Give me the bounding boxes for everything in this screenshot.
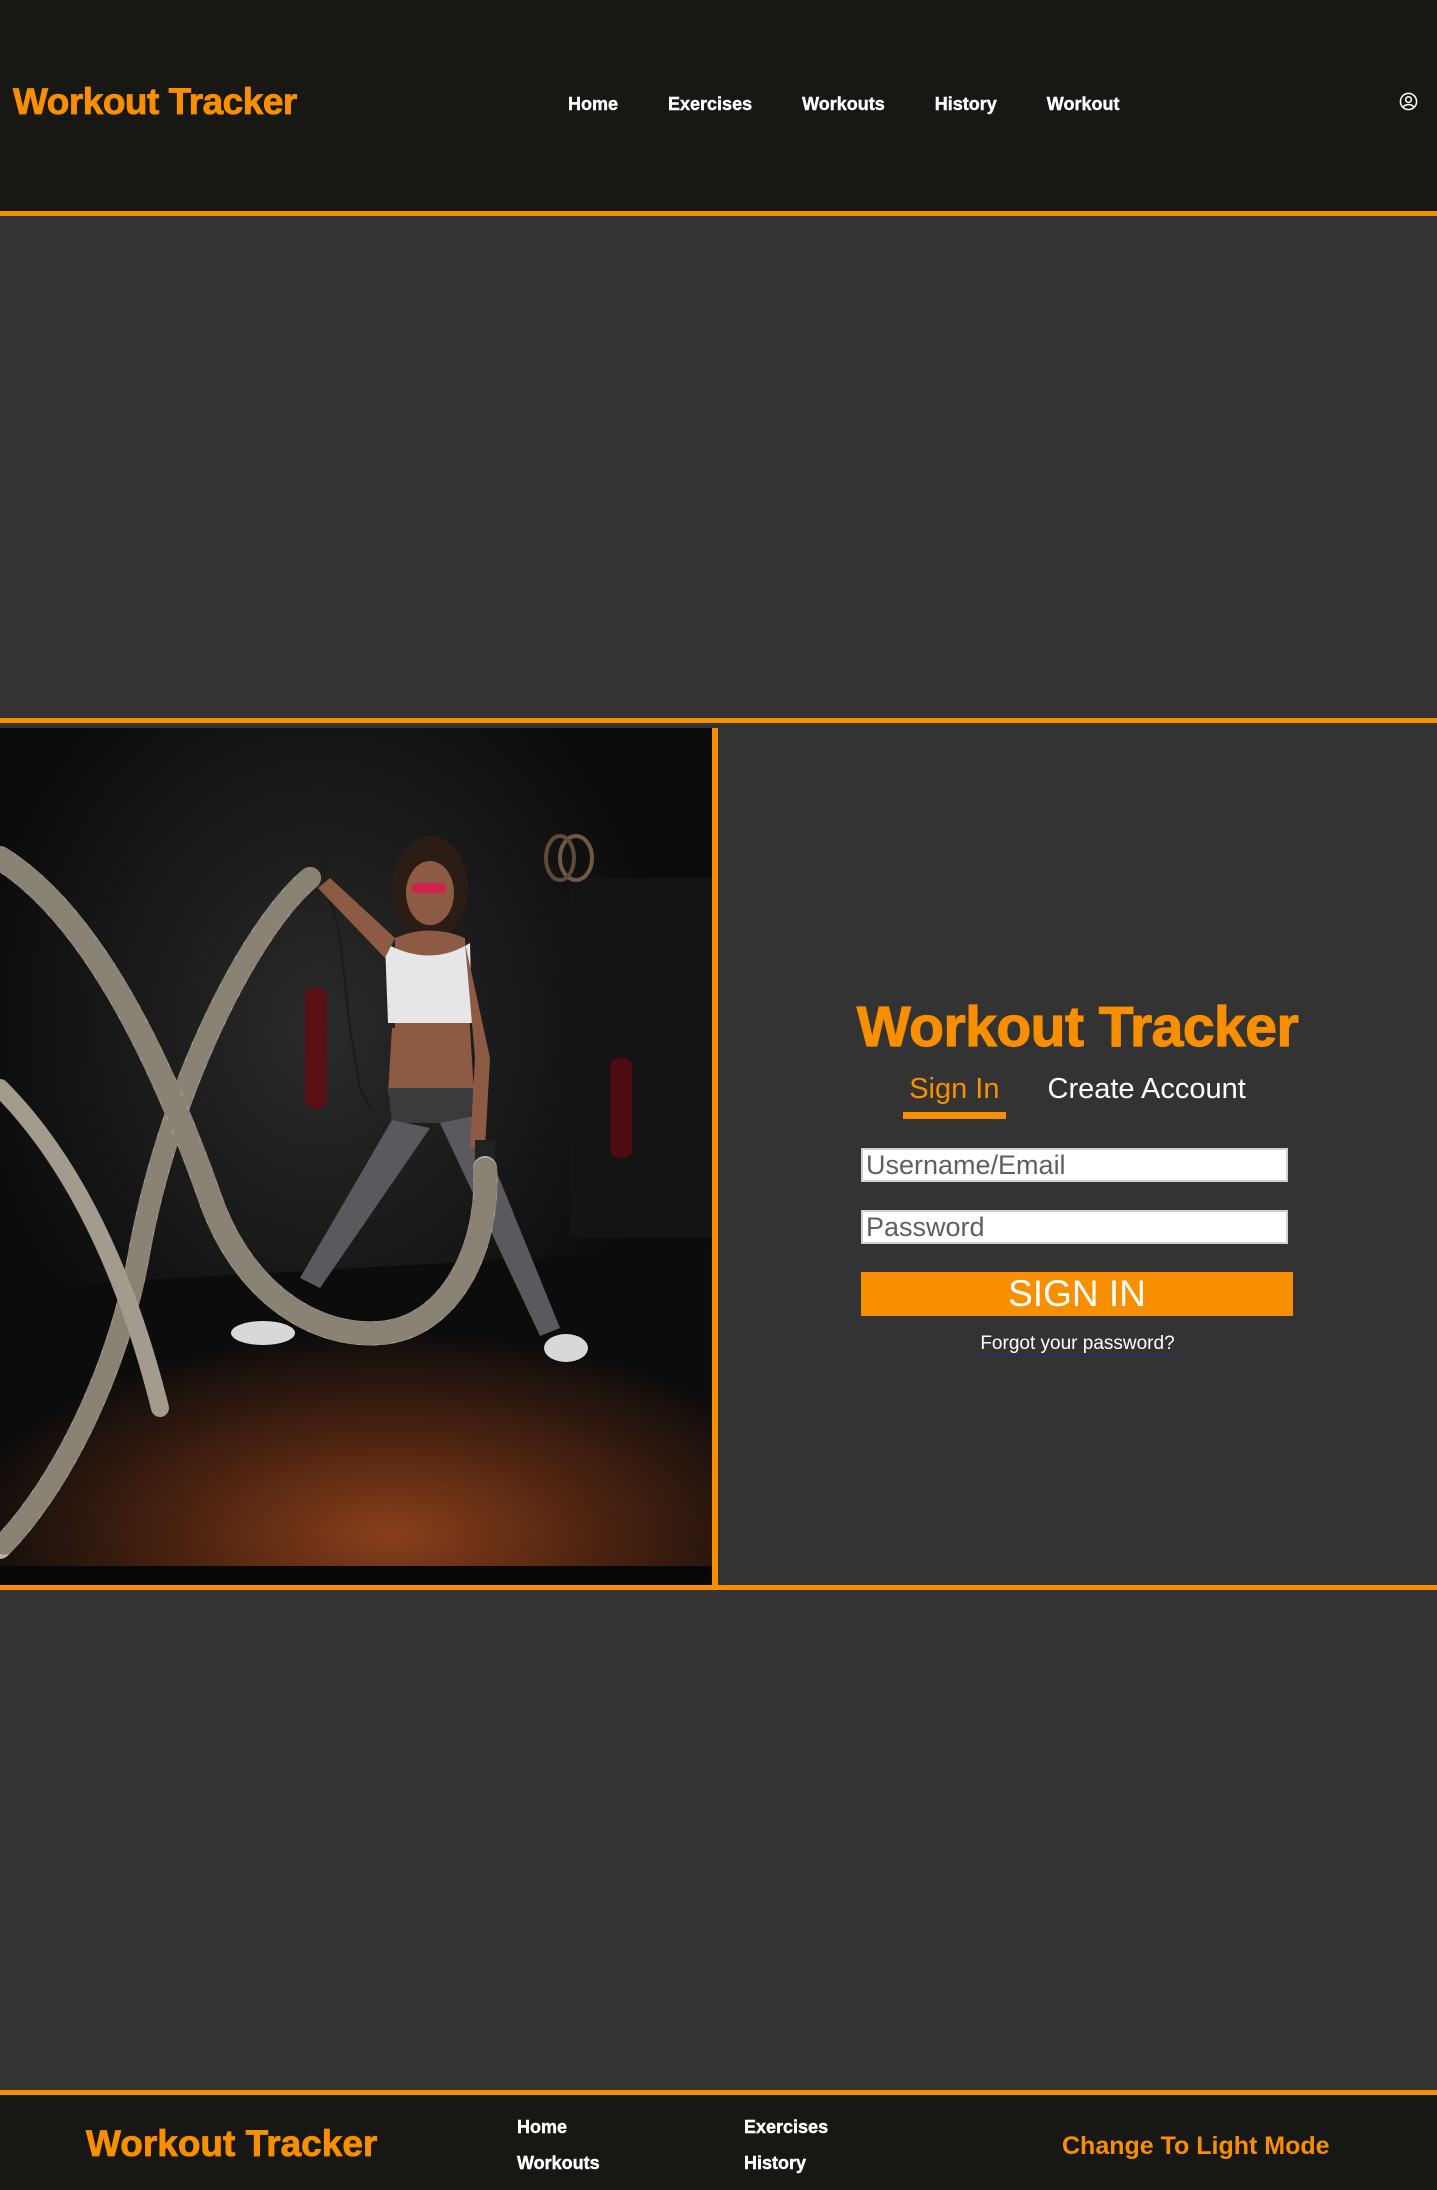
forgot-password-link[interactable]: Forgot your password? <box>718 1333 1437 1355</box>
footer-link-history[interactable]: History <box>744 2153 806 2174</box>
battle-ropes-photo <box>0 728 718 1585</box>
lower-spacer <box>0 1590 1437 2090</box>
tab-create-account[interactable]: Create Account <box>1042 1073 1252 1119</box>
footer-link-workouts[interactable]: Workouts <box>517 2153 600 2174</box>
main-nav: Home Exercises Workouts History Workout <box>568 94 1169 115</box>
nav-home[interactable]: Home <box>568 94 618 115</box>
signin-title: Workout Tracker <box>856 994 1299 1059</box>
password-input[interactable] <box>861 1210 1288 1244</box>
forgot-password-label[interactable]: Forgot your password? <box>980 1333 1175 1355</box>
nav-workouts[interactable]: Workouts <box>802 94 885 115</box>
brand-logo[interactable]: Workout Tracker <box>13 81 298 123</box>
nav-workout[interactable]: Workout <box>1047 94 1120 115</box>
gym-photo-illustration <box>0 728 712 1585</box>
site-header: Workout Tracker Home Exercises Workouts … <box>0 0 1437 216</box>
light-mode-toggle[interactable]: Change To Light Mode <box>1062 2132 1330 2161</box>
signin-panel: Workout Tracker Sign In Create Account S… <box>718 728 1437 1585</box>
tab-sign-in[interactable]: Sign In <box>903 1073 1006 1119</box>
user-circle-icon[interactable] <box>1399 92 1418 111</box>
footer-brand[interactable]: Workout Tracker <box>86 2123 378 2165</box>
nav-exercises[interactable]: Exercises <box>668 94 752 115</box>
hero-spacer <box>0 216 1437 718</box>
footer-link-home[interactable]: Home <box>517 2117 567 2138</box>
site-footer: Workout Tracker Home Workouts Exercises … <box>0 2090 1437 2190</box>
sign-in-button[interactable]: SIGN IN <box>861 1272 1293 1316</box>
username-email-input[interactable] <box>861 1148 1288 1182</box>
auth-tabs: Sign In Create Account <box>718 1073 1437 1119</box>
nav-history[interactable]: History <box>935 94 997 115</box>
footer-link-exercises[interactable]: Exercises <box>744 2117 828 2138</box>
signin-section: Workout Tracker Sign In Create Account S… <box>0 718 1437 1590</box>
